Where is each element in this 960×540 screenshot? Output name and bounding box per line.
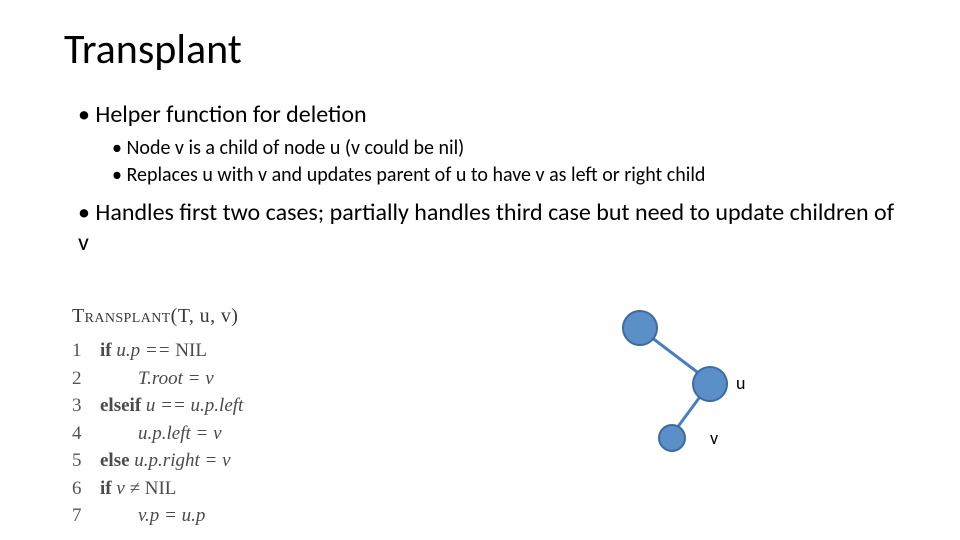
line-number: 2 xyxy=(72,365,100,393)
edge-parent-u xyxy=(647,334,705,378)
fn-args: (T, u, v) xyxy=(171,305,239,327)
bullet-1-sub-2: Replaces u with v and updates parent of … xyxy=(112,163,908,188)
pseudocode-header: Transplant(T, u, v) xyxy=(72,302,243,331)
bullet-1: Helper function for deletion xyxy=(78,100,908,130)
line-number: 6 xyxy=(72,475,100,503)
bullet-1-sub-1: Node v is a child of node u (v could be … xyxy=(112,136,908,161)
line-number: 4 xyxy=(72,420,100,448)
label-v: v xyxy=(710,427,718,449)
line-code: else u.p.right = v xyxy=(100,447,231,475)
slide: Transplant Helper function for deletion … xyxy=(0,0,960,540)
pseudocode-lines: 1if u.p == NIL2T.root = v3elseif u == u.… xyxy=(72,337,243,530)
line-code: v.p = u.p xyxy=(100,502,205,530)
pseudocode-line: 3elseif u == u.p.left xyxy=(72,392,243,420)
slide-title: Transplant xyxy=(64,24,242,75)
node-parent xyxy=(623,311,657,345)
line-number: 7 xyxy=(72,502,100,530)
line-code: T.root = v xyxy=(100,365,214,393)
pseudocode-line: 2T.root = v xyxy=(72,365,243,393)
line-number: 1 xyxy=(72,337,100,365)
line-code: if v ≠ NIL xyxy=(100,475,176,503)
pseudocode-line: 7v.p = u.p xyxy=(72,502,243,530)
tree-diagram: u v xyxy=(560,310,820,480)
line-code: if u.p == NIL xyxy=(100,337,207,365)
label-u: u xyxy=(736,372,745,394)
bullet-list: Helper function for deletion Node v is a… xyxy=(78,100,908,258)
line-number: 3 xyxy=(72,392,100,420)
line-code: elseif u == u.p.left xyxy=(100,392,243,420)
node-u xyxy=(693,367,727,401)
node-v xyxy=(659,425,685,451)
fn-name: Transplant xyxy=(72,305,171,327)
line-number: 5 xyxy=(72,447,100,475)
tree-svg xyxy=(560,310,820,480)
bullet-2: Handles first two cases; partially handl… xyxy=(78,198,908,258)
pseudocode-line: 6if v ≠ NIL xyxy=(72,475,243,503)
pseudocode-block: Transplant(T, u, v) 1if u.p == NIL2T.roo… xyxy=(72,302,243,530)
pseudocode-line: 1if u.p == NIL xyxy=(72,337,243,365)
pseudocode-line: 4u.p.left = v xyxy=(72,420,243,448)
pseudocode-line: 5else u.p.right = v xyxy=(72,447,243,475)
line-code: u.p.left = v xyxy=(100,420,222,448)
